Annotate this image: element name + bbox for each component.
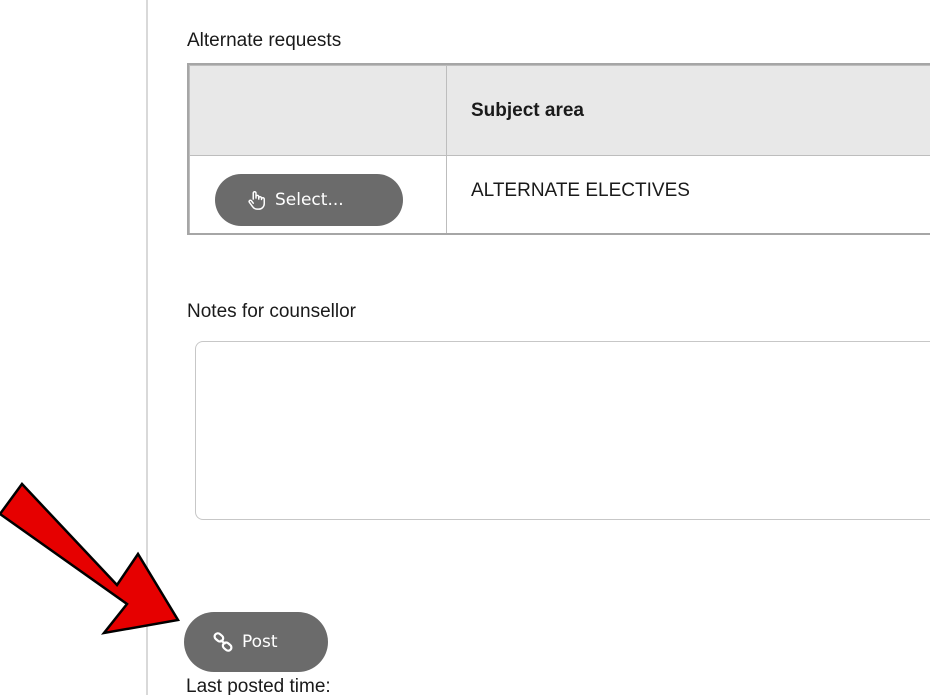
select-button-label: Select... [275,189,344,210]
link-icon [213,632,233,652]
alternate-requests-label: Alternate requests [187,30,342,51]
hand-pointer-icon [248,190,265,210]
notes-label: Notes for counsellor [187,301,356,322]
action-cell: Select... [189,155,447,233]
select-button[interactable]: Select... [215,173,403,226]
notes-field-container [195,341,930,520]
last-posted-time-label: Last posted time: [186,676,331,695]
subject-area-column-header: Subject area [446,65,930,156]
notes-textarea[interactable] [196,342,930,519]
alternate-requests-table: Subject area Select... ALTERNATE ELECTIV… [187,63,930,235]
subject-area-cell: ALTERNATE ELECTIVES [446,155,930,233]
action-column-header [189,65,447,156]
page: Alternate requests Subject area Select..… [0,0,930,695]
post-button[interactable]: Post [184,612,328,672]
table-header-row: Subject area [189,65,930,156]
post-button-label: Post [242,632,278,652]
table-row: Select... ALTERNATE ELECTIVES [189,155,930,233]
red-arrow-annotation [0,482,181,635]
